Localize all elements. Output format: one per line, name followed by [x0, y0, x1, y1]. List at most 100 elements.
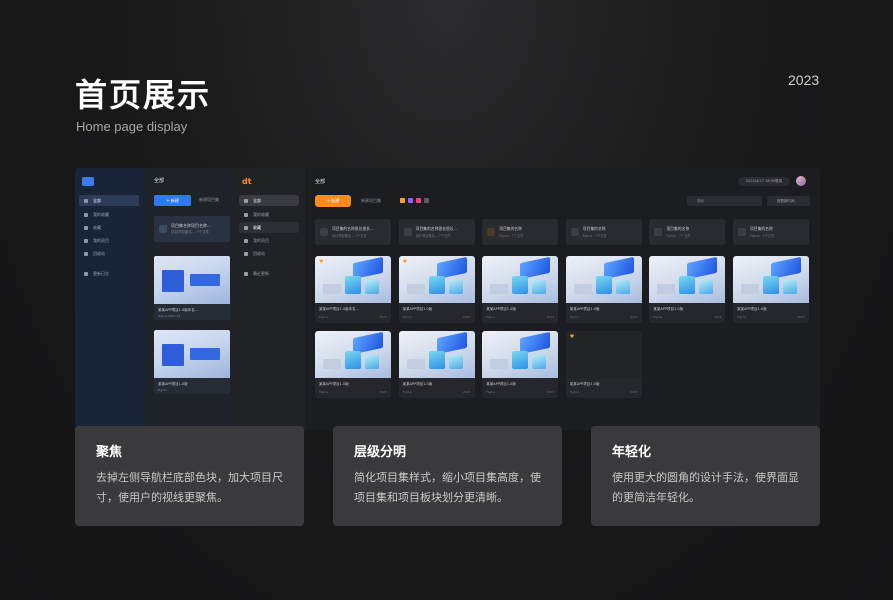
old-card-sub: Figma — [158, 388, 168, 392]
new-nav-item-trash[interactable]: 回收站 — [239, 248, 299, 259]
home-icon — [84, 199, 88, 203]
old-design-card[interactable]: 某某APP项目1.0版本名... Figma·2022.12 — [154, 256, 230, 320]
design-card-title: 某某APP项目1.0版 — [402, 307, 433, 311]
page-subtitle: Home page display — [76, 119, 188, 134]
more-icon[interactable] — [424, 198, 429, 203]
sketch-icon[interactable] — [400, 198, 405, 203]
design-card-sub: Figma — [402, 390, 412, 394]
project-set-sub: Figma · 7个文件 — [582, 234, 607, 238]
design-card[interactable]: 某某APP项目1.0版 Figma 2023 — [482, 256, 559, 323]
new-nav-item-projects[interactable]: 我的项目 — [239, 235, 299, 246]
new-nav-item-collect[interactable]: 收藏 — [239, 222, 299, 233]
folder-icon — [320, 228, 328, 236]
design-card[interactable]: ♥ 某某APP项目1.0版 Figma 2023 — [398, 256, 475, 323]
old-card-sub: Figma·2022.12 — [158, 314, 181, 318]
design-card-date: 2023 — [379, 315, 387, 319]
project-set-card[interactable]: 项目集的名称 Figma · 7个文件 — [565, 219, 642, 245]
design-card-title: 某某APP项目1.0版 — [737, 307, 767, 311]
search-input[interactable]: 搜索 — [687, 196, 762, 206]
design-card[interactable]: ♥ 某某APP项目1.0版本名... Figma 2023 — [315, 256, 391, 323]
folder-icon — [487, 228, 496, 236]
trash-icon — [84, 252, 88, 256]
old-nav-item-fav[interactable]: 我的收藏 — [79, 209, 139, 220]
design-card[interactable]: ♥ 某某APP项目1.0版 Figma 2023 — [565, 331, 642, 398]
project-set-card[interactable]: 项目集的名称很长很长... 设计项目集名... 7个文件 — [398, 219, 475, 245]
folder-icon — [738, 228, 746, 236]
design-card-title: 某某APP项目1.0版本名... — [319, 307, 360, 311]
old-nav-label: 回收站 — [93, 251, 105, 256]
user-icon — [244, 239, 248, 243]
design-card[interactable]: 某某APP项目1.0版 Figma 2023 — [482, 331, 559, 398]
old-main: 全部 + 新建 新建项目集 项目集名称项目名称... 项目项目集名... 7个文… — [145, 168, 235, 430]
figma-icon[interactable] — [408, 198, 413, 203]
old-card-title: 某某APP项目1.0版 — [158, 382, 188, 386]
feature-text: 使用更大的圆角的设计手法，使界面显的更简洁年轻化。 — [612, 471, 799, 504]
design-card-date: 2023 — [546, 390, 555, 394]
avatar[interactable] — [796, 176, 806, 186]
sort-filter[interactable]: 按更新时间 — [767, 196, 810, 206]
design-card[interactable]: 某某APP项目1.0版 Figma 2023 — [398, 331, 475, 398]
old-project-set-title: 项目集名称项目名称... — [171, 223, 211, 228]
design-thumbnail — [733, 256, 809, 303]
star-icon[interactable]: ♥ — [319, 259, 323, 265]
design-card-sub: Figma — [486, 315, 496, 319]
old-nav-label: 我的收藏 — [93, 212, 109, 217]
old-nav-item-projects[interactable]: 我的项目 — [79, 235, 139, 246]
user-login-info[interactable]: 2022/4/17 18:00登录 — [738, 177, 790, 186]
old-nav-item-all[interactable]: 全部 — [79, 195, 139, 206]
project-set-card[interactable]: 项目集的名称很长很长... 设计项目集名... 7个文件 — [315, 219, 391, 245]
folder-icon — [654, 228, 663, 236]
star-icon[interactable]: ♥ — [403, 259, 407, 265]
design-card-title: 某某APP项目1.0版 — [569, 382, 600, 386]
old-new-button[interactable]: + 新建 — [154, 195, 191, 206]
old-new-set-tab[interactable]: 新建项目集 — [199, 197, 219, 203]
design-thumbnail — [649, 256, 726, 303]
old-project-set[interactable]: 项目集名称项目名称... 项目项目集名... 7个文件 — [154, 216, 230, 242]
design-card-sub: Figma — [402, 315, 412, 319]
old-card-title: 某某APP项目1.0版本名... — [158, 308, 199, 312]
project-set-sub: Figma · 7个文件 — [499, 234, 524, 238]
design-card-date: 2023 — [713, 315, 722, 319]
design-card-date: 2023 — [462, 315, 471, 319]
heart-icon — [84, 226, 88, 230]
feature-text: 简化项目集样式，缩小项目集高度，使项目集和项目板块划分更清晰。 — [354, 471, 541, 504]
old-nav-item-collect[interactable]: 收藏 — [79, 222, 139, 233]
xd-icon[interactable] — [416, 198, 421, 203]
design-card[interactable]: 某某APP项目1.0版 Figma 2023 — [733, 256, 809, 323]
design-card[interactable]: 某某APP项目1.0版 Figma 2023 — [649, 256, 726, 323]
project-set-title: 项目集的名称 — [499, 226, 522, 231]
project-set-card[interactable]: 项目集的名称 Figma · 7个文件 — [482, 219, 559, 245]
design-card[interactable]: 某某APP项目1.0版 Figma 2023 — [565, 256, 642, 323]
project-set-title: 项目集的名称很长很长... — [415, 226, 458, 231]
new-nav-label: 收藏 — [253, 225, 261, 230]
design-card-title: 某某APP项目1.0版 — [486, 307, 516, 311]
new-create-button[interactable]: + 新建 — [315, 195, 351, 207]
design-card[interactable]: 某某APP项目1.0版 Figma 2023 — [315, 331, 391, 398]
design-card-date: 2023 — [630, 315, 638, 319]
folder-icon — [403, 228, 412, 236]
design-thumbnail — [154, 330, 230, 378]
new-nav-item-recent[interactable]: 最近更新 — [239, 268, 299, 279]
design-card-sub: Figma — [569, 390, 579, 394]
folder-icon — [159, 225, 167, 233]
star-icon — [84, 213, 88, 217]
new-main-title: 全部 — [315, 179, 326, 185]
design-card-sub: Figma — [319, 315, 329, 319]
new-set-tab[interactable]: 新建项目集 — [361, 198, 381, 204]
home-icon — [244, 199, 248, 203]
new-nav-item-all[interactable]: 全部 — [239, 195, 299, 206]
project-set-card[interactable]: 项目集的名称 Figma · 7个文件 — [733, 219, 809, 245]
old-nav-item-log[interactable]: 更新日志 — [79, 268, 139, 279]
design-card-date: 2023 — [462, 390, 471, 394]
design-thumbnail — [315, 256, 391, 303]
design-card-sub: Figma — [653, 315, 663, 319]
old-nav-item-trash[interactable]: 回收站 — [79, 248, 139, 259]
old-design-card[interactable]: 某某APP项目1.0版 Figma — [154, 330, 230, 394]
old-nav-label: 收藏 — [93, 225, 101, 230]
star-icon[interactable]: ♥ — [570, 334, 574, 340]
new-nav-item-fav[interactable]: 我的收藏 — [239, 209, 299, 220]
year-label: 2023 — [788, 72, 820, 88]
new-nav-label: 我的项目 — [253, 238, 269, 243]
feature-text: 去掉左侧导航栏底部色块，加大项目尺寸，使用户的视线更聚焦。 — [96, 471, 283, 504]
project-set-card[interactable]: 项目集的名称 Figma · 7个文件 — [649, 219, 726, 245]
